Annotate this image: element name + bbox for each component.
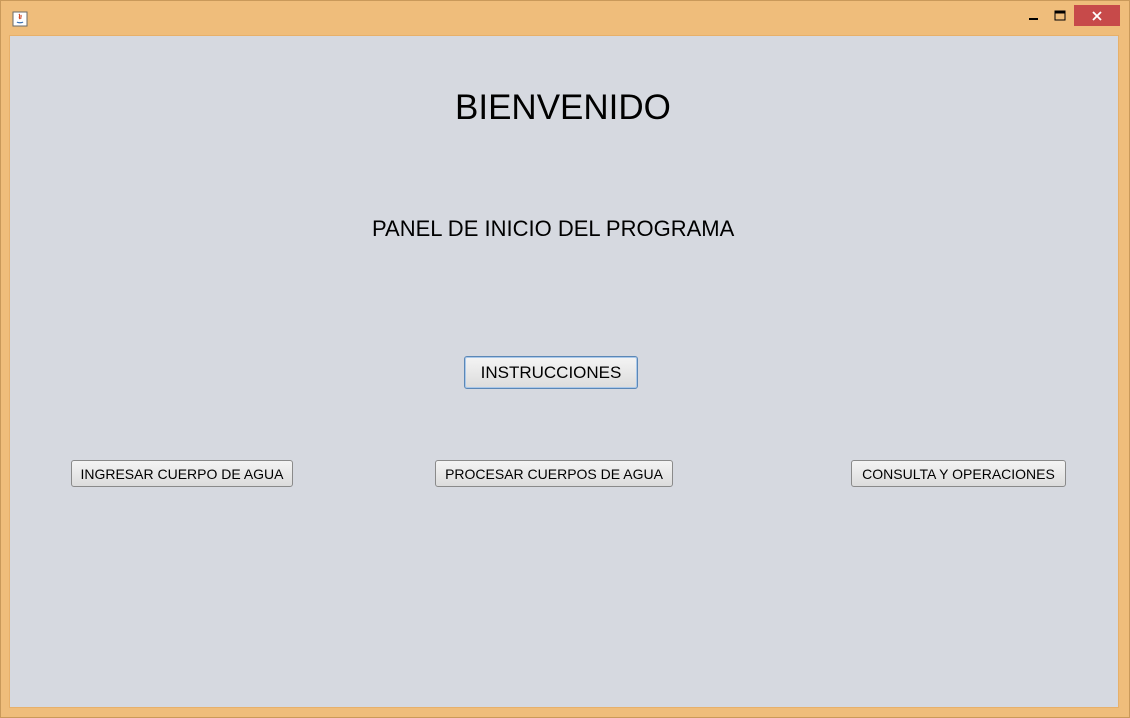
instructions-button[interactable]: INSTRUCCIONES (464, 356, 638, 389)
app-window: BIENVENIDO PANEL DE INICIO DEL PROGRAMA … (0, 0, 1130, 718)
welcome-title: BIENVENIDO (455, 88, 671, 127)
close-icon (1092, 10, 1102, 21)
maximize-button[interactable] (1047, 5, 1073, 26)
main-panel: BIENVENIDO PANEL DE INICIO DEL PROGRAMA … (9, 35, 1119, 708)
consulta-y-operaciones-button[interactable]: CONSULTA Y OPERACIONES (851, 460, 1066, 487)
maximize-icon (1054, 10, 1066, 20)
minimize-button[interactable] (1021, 5, 1047, 26)
close-button[interactable] (1074, 5, 1120, 26)
minimize-icon (1029, 17, 1038, 20)
java-app-icon[interactable] (12, 11, 28, 27)
procesar-cuerpos-de-agua-button[interactable]: PROCESAR CUERPOS DE AGUA (435, 460, 673, 487)
title-bar[interactable] (1, 1, 1129, 34)
panel-subtitle: PANEL DE INICIO DEL PROGRAMA (372, 216, 735, 241)
ingresar-cuerpo-de-agua-button[interactable]: INGRESAR CUERPO DE AGUA (71, 460, 293, 487)
